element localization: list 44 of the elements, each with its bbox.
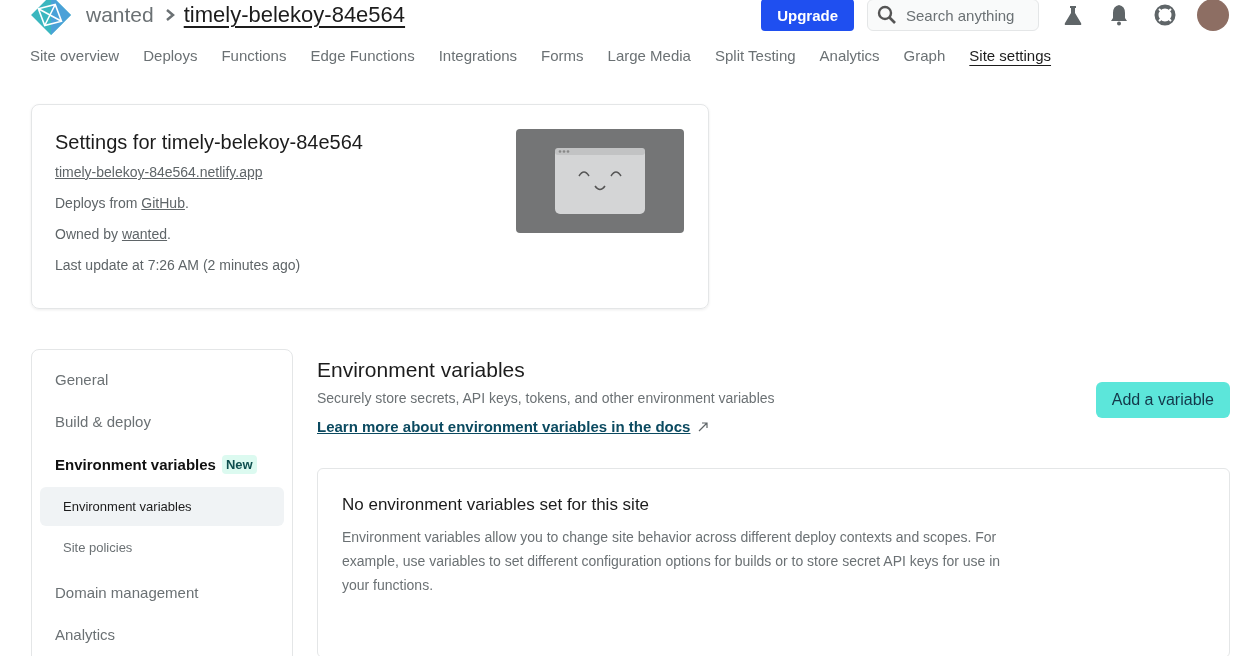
nav-tab[interactable]: Large Media (607, 45, 691, 66)
search-icon (877, 5, 897, 25)
sidebar-subitem[interactable]: Site policies (40, 528, 284, 567)
info-link[interactable]: wanted (121, 226, 168, 242)
nav-tab[interactable]: Functions (221, 45, 287, 66)
upgrade-button[interactable]: Upgrade (761, 0, 854, 31)
nav-tab[interactable]: Graph (903, 45, 946, 66)
user-avatar[interactable] (1197, 0, 1229, 31)
nav-tab[interactable]: Split Testing (714, 45, 796, 66)
sidebar-item[interactable]: Environment variables (55, 456, 216, 473)
nav-tab[interactable]: Site overview (30, 45, 120, 66)
nav-tab[interactable]: Deploys (143, 45, 198, 66)
nav-tab[interactable]: Edge Functions (310, 45, 415, 66)
info-text: Owned by (55, 226, 119, 242)
site-name-link[interactable]: timely-belekoy-84e564 (183, 2, 406, 28)
empty-state-text: Environment variables allow you to change site behavior across different deploy contexts and scopes. For example, use variables to set different configuration options for builds or to store secret API keys for use in your functions. (342, 528, 1002, 595)
add-variable-button[interactable]: Add a variable (1095, 382, 1230, 418)
smiling-browser-window-icon (555, 148, 645, 214)
docs-link[interactable]: Learn more about environment variables in the docs (317, 418, 691, 435)
nav-tab[interactable]: Analytics (819, 45, 880, 66)
nav-tab[interactable]: Forms (541, 45, 584, 66)
sidebar-subitem[interactable]: Environment variables (40, 487, 284, 526)
info-punctuation: . (184, 195, 189, 211)
section-title: Environment variables (317, 358, 526, 382)
help-icon[interactable] (1153, 3, 1177, 27)
info-text: Deploys from (55, 195, 138, 211)
sidebar-item[interactable]: Analytics (55, 626, 116, 643)
sidebar-item[interactable]: Build & deploy (55, 413, 151, 430)
nav-tab[interactable]: Site settings (969, 45, 1052, 66)
team-link[interactable]: wanted (86, 3, 154, 27)
site-settings-title: Settings for timely-belekoy-84e564 (55, 131, 364, 154)
site-url-link[interactable]: timely-belekoy-84e564.netlify.app (55, 164, 263, 180)
search-field[interactable]: Search anything (867, 0, 1039, 31)
nav-tab[interactable]: Integrations (438, 45, 518, 66)
info-link[interactable]: GitHub (141, 195, 185, 211)
new-badge: New (221, 455, 257, 474)
sidebar-item[interactable]: General (55, 371, 109, 388)
external-link-icon (698, 421, 709, 432)
section-description: Securely store secrets, API keys, tokens, and other environment variables (317, 390, 776, 406)
info-punctuation: . (167, 226, 171, 242)
sidebar-item[interactable]: Domain management (55, 584, 199, 601)
empty-state-title: No environment variables set for this site (342, 495, 651, 515)
info-text: Last update at 7:26 AM (2 minutes ago) (55, 257, 301, 273)
logo-icon[interactable] (30, 0, 72, 36)
